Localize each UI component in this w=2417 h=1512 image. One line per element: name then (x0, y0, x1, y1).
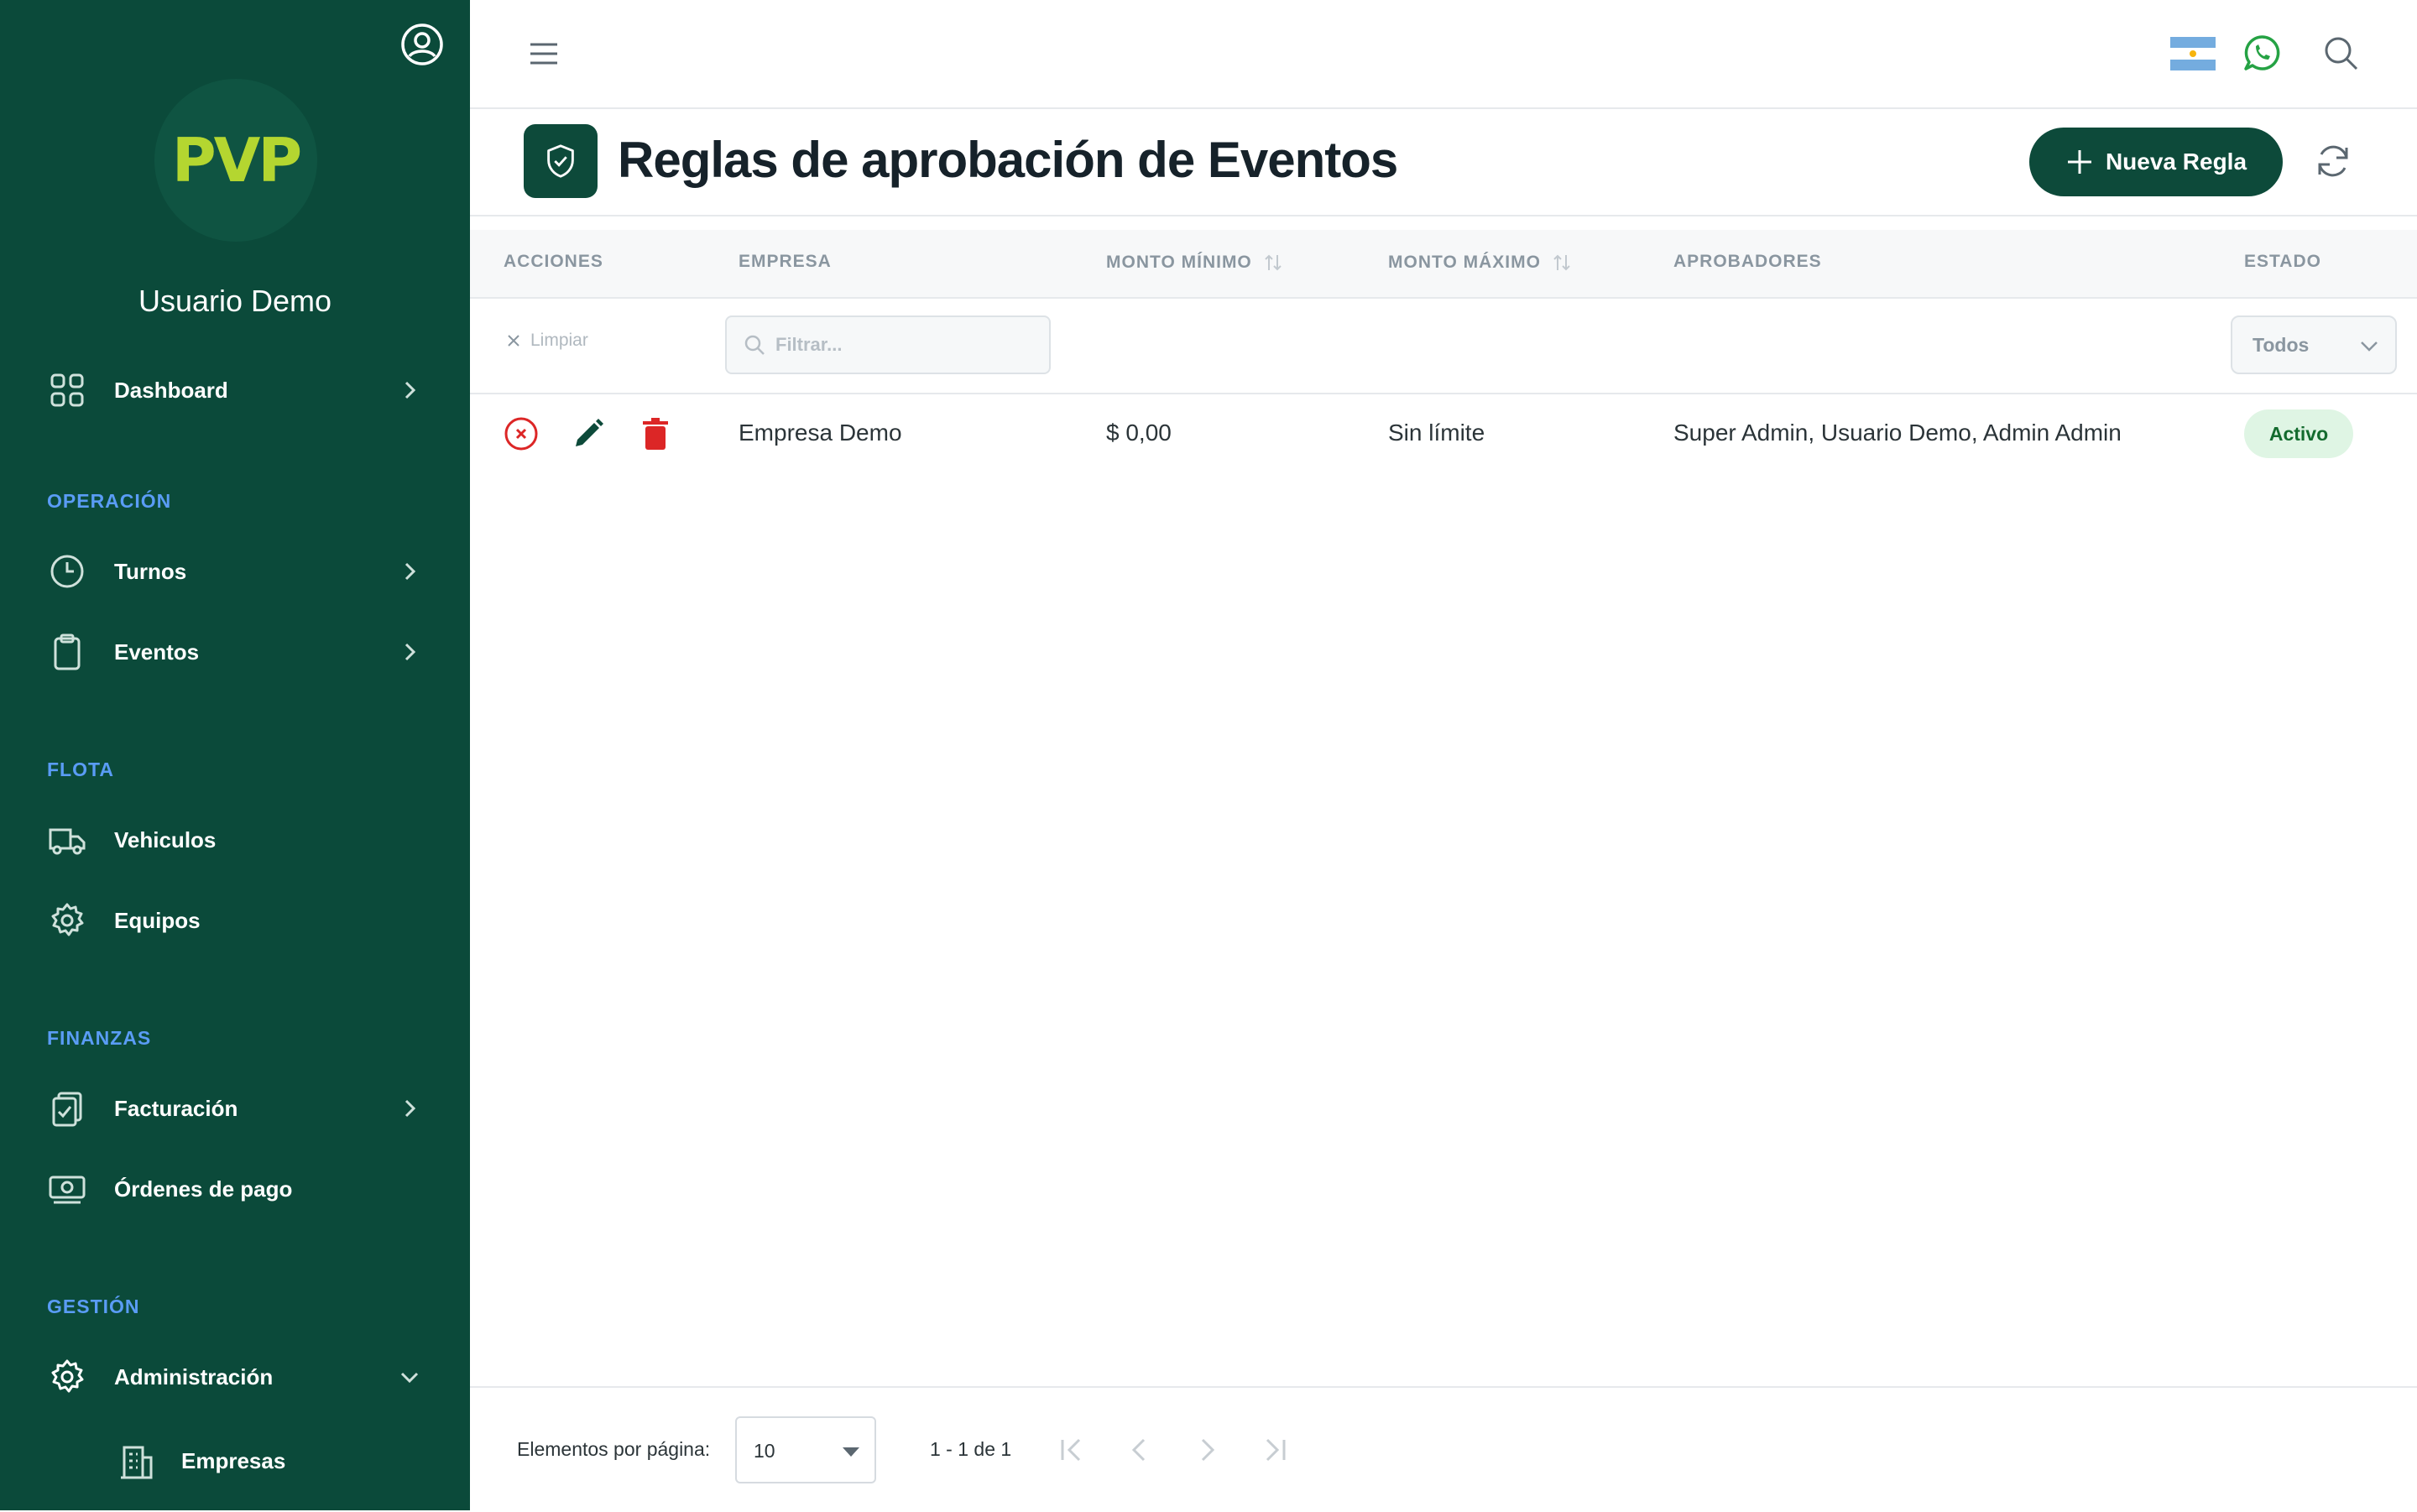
chevron-down-icon (2361, 342, 2378, 352)
paginator: Elementos por página: 10 1 - 1 de 1 (470, 1386, 2417, 1512)
clipboard-icon (54, 633, 81, 670)
column-header-monto-maximo[interactable]: MONTO MÁXIMO (1388, 252, 1573, 274)
shield-check-icon (524, 124, 598, 198)
refresh-icon[interactable] (2313, 141, 2353, 181)
sort-icon[interactable] (1262, 252, 1284, 274)
chevron-right-icon (405, 643, 416, 661)
sidebar-item-dashboard[interactable]: Dashboard (0, 357, 470, 424)
sidebar-item-label: Vehiculos (114, 826, 217, 852)
gear-icon (51, 1359, 84, 1393)
plus-icon (2067, 150, 2091, 174)
empresa-filter-input[interactable]: Filtrar... (725, 315, 1051, 374)
table-header: ACCIONES EMPRESA MONTO MÍNIMO MONTO MÁXI… (470, 230, 2417, 299)
new-rule-label: Nueva Regla (2105, 149, 2247, 175)
status-badge: Activo (2244, 409, 2353, 458)
chevron-right-icon (405, 381, 416, 399)
top-bar (470, 0, 2417, 109)
clear-filters-button[interactable]: Limpiar (505, 331, 588, 351)
per-page-value: 10 (754, 1440, 775, 1462)
page-range-label: 1 - 1 de 1 (930, 1438, 1012, 1460)
sidebar: PVP Usuario Demo Dashboard OPERACIÓN Tur… (0, 0, 470, 1510)
sidebar-item-vehiculos[interactable]: Vehiculos (0, 806, 470, 873)
chevron-right-icon (405, 562, 416, 581)
first-page-icon[interactable] (1054, 1431, 1091, 1468)
sidebar-item-label: Eventos (114, 639, 200, 665)
chevron-down-icon (400, 1372, 419, 1384)
cell-monto-minimo: $ 0,00 (1106, 420, 1172, 446)
sidebar-item-turnos[interactable]: Turnos (0, 538, 470, 605)
sidebar-item-equipos[interactable]: Equipos (0, 887, 470, 954)
cell-monto-maximo: Sin límite (1388, 420, 1485, 446)
cell-aprobadores: Super Admin, Usuario Demo, Admin Admin (1673, 420, 2122, 446)
close-icon (508, 335, 519, 347)
sidebar-item-facturacion[interactable]: Facturación (0, 1075, 470, 1142)
sidebar-item-label: Turnos (114, 558, 187, 584)
hamburger-menu-icon[interactable] (527, 37, 561, 70)
gear-icon (51, 903, 84, 936)
new-rule-button[interactable]: Nueva Regla (2029, 128, 2283, 196)
per-page-label: Elementos por página: (517, 1438, 711, 1460)
section-title-finanzas: FINANZAS (47, 1027, 152, 1049)
grid-icon (50, 373, 84, 407)
column-header-label: ACCIONES (504, 252, 603, 271)
whatsapp-icon[interactable] (2242, 34, 2281, 72)
sidebar-item-empresas[interactable]: Empresas (0, 1427, 470, 1494)
estado-filter-select[interactable]: Todos (2231, 315, 2397, 374)
column-header-label: APROBADORES (1673, 252, 1822, 271)
column-header-aprobadores[interactable]: APROBADORES (1673, 252, 1822, 272)
chevron-right-icon (405, 1099, 416, 1118)
building-icon (121, 1446, 153, 1479)
edit-icon[interactable] (569, 414, 608, 453)
user-profile-icon[interactable] (399, 22, 445, 67)
invoice-icon (52, 1092, 82, 1127)
argentina-flag-icon[interactable] (2170, 37, 2216, 70)
empresa-filter-placeholder: Filtrar... (775, 334, 843, 355)
sidebar-item-label: Administración (114, 1363, 274, 1389)
banknote-icon (49, 1176, 86, 1204)
last-page-icon[interactable] (1255, 1431, 1292, 1468)
delete-icon[interactable] (636, 414, 675, 453)
column-header-acciones: ACCIONES (504, 252, 603, 272)
brand-logo: PVP (154, 79, 317, 242)
column-header-label: MONTO MÍNIMO (1106, 253, 1252, 272)
page-title: Reglas de aprobación de Eventos (618, 132, 1398, 188)
column-header-label: EMPRESA (739, 252, 832, 271)
previous-page-icon[interactable] (1121, 1431, 1158, 1468)
per-page-select[interactable]: 10 (735, 1416, 876, 1483)
truck-icon (49, 828, 86, 855)
section-title-operacion: OPERACIÓN (47, 490, 172, 512)
sidebar-item-label: Equipos (114, 907, 201, 933)
user-name: Usuario Demo (138, 284, 332, 318)
search-icon (744, 335, 765, 355)
page-header: Reglas de aprobación de Eventos Nueva Re… (470, 109, 2417, 216)
deactivate-icon[interactable] (502, 414, 540, 453)
table-row[interactable]: Empresa Demo $ 0,00 Sin límite Super Adm… (470, 394, 2417, 475)
cell-empresa: Empresa Demo (739, 420, 902, 446)
clock-icon (50, 555, 84, 588)
caret-down-icon (843, 1447, 859, 1457)
sort-icon[interactable] (1551, 252, 1573, 274)
sidebar-item-eventos[interactable]: Eventos (0, 618, 470, 686)
column-header-label: ESTADO (2244, 252, 2321, 271)
sidebar-item-label: Dashboard (114, 377, 228, 403)
section-title-flota: FLOTA (47, 759, 114, 780)
sidebar-item-label: Facturación (114, 1095, 238, 1121)
next-page-icon[interactable] (1188, 1431, 1225, 1468)
search-icon[interactable] (2321, 34, 2360, 72)
column-header-empresa[interactable]: EMPRESA (739, 252, 832, 272)
sidebar-item-label: Empresas (181, 1447, 286, 1473)
logo-text: PVP (171, 125, 302, 196)
sidebar-item-label: Órdenes de pago (114, 1176, 293, 1202)
sidebar-item-administracion[interactable]: Administración (0, 1343, 470, 1410)
sidebar-item-ordenes-de-pago[interactable]: Órdenes de pago (0, 1155, 470, 1223)
column-header-estado[interactable]: ESTADO (2244, 252, 2321, 272)
filter-row: Limpiar Filtrar... Todos (470, 299, 2417, 394)
estado-filter-value: Todos (2253, 333, 2310, 356)
column-header-label: MONTO MÁXIMO (1388, 253, 1541, 272)
clear-filters-label: Limpiar (530, 331, 588, 350)
column-header-monto-minimo[interactable]: MONTO MÍNIMO (1106, 252, 1284, 274)
section-title-gestion: GESTIÓN (47, 1296, 140, 1317)
